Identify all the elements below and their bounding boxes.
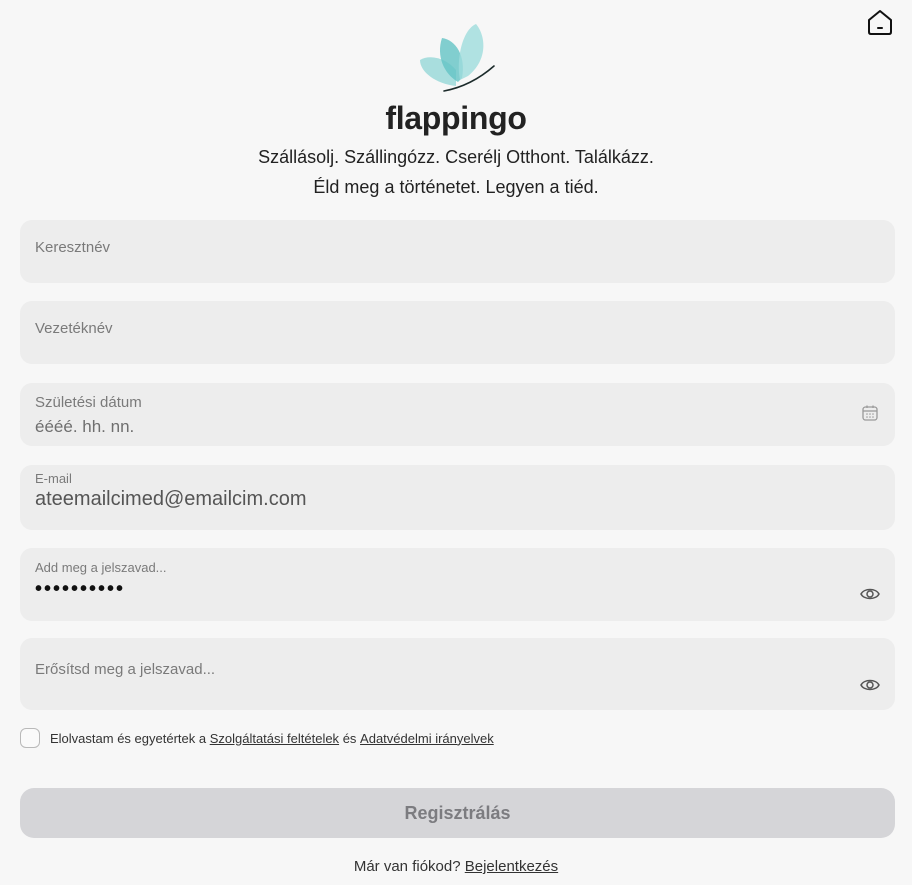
butterfly-logo xyxy=(420,24,495,92)
confirm-password-label: Erősítsd meg a jelszavad... xyxy=(35,661,216,678)
confirm-password-field[interactable]: Erősítsd meg a jelszavad... xyxy=(20,638,895,710)
last-name-field[interactable]: Vezetéknév xyxy=(20,301,895,364)
birth-date-placeholder: éééé. hh. nn. xyxy=(35,417,135,436)
terms-link[interactable]: Szolgáltatási feltételek xyxy=(210,731,339,746)
first-name-label: Keresztnév xyxy=(35,239,111,256)
first-name-field[interactable]: Keresztnév xyxy=(20,220,895,283)
calendar-icon[interactable] xyxy=(861,404,879,422)
eye-icon[interactable] xyxy=(860,586,880,602)
tagline-line-2: Éld meg a történetet. Legyen a tiéd. xyxy=(313,177,599,197)
home-button[interactable] xyxy=(864,6,896,38)
email-field[interactable]: E-mail ateemailcimed@emailcim.com xyxy=(20,465,895,530)
terms-and: és xyxy=(342,730,357,746)
password-field[interactable]: Add meg a jelszavad... •••••••••• xyxy=(20,548,895,621)
eye-icon[interactable] xyxy=(860,677,880,693)
login-row: Már van fiókod? Bejelentkezés xyxy=(0,858,912,875)
login-link[interactable]: Bejelentkezés xyxy=(465,858,558,875)
email-label: E-mail xyxy=(35,471,72,486)
brand-name: flappingo xyxy=(385,100,527,136)
register-button[interactable]: Regisztrálás xyxy=(20,788,895,838)
email-value: ateemailcimed@emailcim.com xyxy=(35,488,307,510)
birth-date-label: Születési dátum xyxy=(35,394,142,411)
login-prompt: Már van fiókod? xyxy=(353,858,461,875)
terms-prefix: Elolvastam és egyetértek a xyxy=(50,730,207,746)
terms-row: Elolvastam és egyetértek a Szolgáltatási… xyxy=(20,728,494,748)
last-name-label: Vezetéknév xyxy=(35,320,113,337)
home-icon xyxy=(868,10,892,35)
birth-date-field[interactable]: Születési dátum éééé. hh. nn. xyxy=(20,383,895,446)
terms-checkbox[interactable] xyxy=(20,728,40,748)
password-label: Add meg a jelszavad... xyxy=(35,560,167,575)
privacy-link[interactable]: Adatvédelmi irányelvek xyxy=(360,731,494,746)
tagline-line-1: Szállásolj. Szállingózz. Cserélj Otthont… xyxy=(258,147,654,167)
password-value: •••••••••• xyxy=(35,578,126,600)
